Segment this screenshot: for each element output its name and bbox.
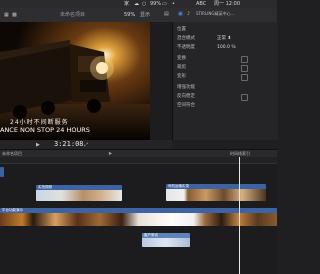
inspector-row[interactable]: 增强功能 (173, 84, 278, 92)
fullscreen-icon[interactable]: ⤢ (84, 142, 88, 148)
viewer-title: 未命名项目 (60, 12, 86, 18)
inspector-clip-name: STIRLING精英中心... (196, 11, 235, 16)
inspector-row[interactable]: 混合模式 正常 ⬍ (173, 35, 278, 43)
menubar-item[interactable]: ○ (142, 0, 146, 8)
grid-icon[interactable]: ▦ (4, 12, 9, 18)
video-inspector-icon[interactable]: ▣ (178, 11, 183, 17)
clip-fragment[interactable] (0, 167, 4, 177)
view-menu[interactable]: 显示 (140, 12, 150, 18)
menubar-item[interactable]: ▭ (162, 0, 167, 8)
inspector-row[interactable]: 变换 (173, 55, 278, 63)
checkbox[interactable] (241, 65, 248, 72)
input-source[interactable]: ABC (196, 0, 206, 8)
inspector-toggle-icon[interactable]: ▤ (164, 11, 169, 17)
audio-inspector-icon[interactable]: ♪ (187, 11, 190, 17)
playhead[interactable] (239, 157, 240, 274)
checkbox[interactable] (241, 74, 248, 81)
connected-clip[interactable]: 实拍视频 (36, 185, 122, 201)
checkbox[interactable] (241, 94, 248, 101)
inspector-row[interactable]: 变形 (173, 73, 278, 81)
timeline-ruler[interactable] (0, 157, 277, 164)
inspector-row[interactable]: 位置 (173, 26, 278, 34)
menu-bar: 家 ☁ ○ 99% ▭ • ABC 周一 12:00 (0, 0, 277, 8)
window-toolbar: ▦ ▩ 未命名项目 59% 显示 ▤ ▣ ♪ STIRLING精英中心... (0, 8, 277, 23)
clock[interactable]: 周一 12:00 (214, 0, 240, 8)
inspector-row[interactable]: 空间符合 (173, 102, 278, 110)
menubar-item[interactable]: ☁ (134, 0, 139, 8)
film-icon[interactable]: ▩ (12, 12, 17, 18)
primary-storyline[interactable]: 平台功能演示 (0, 208, 277, 226)
timecode-display[interactable]: 3:21:08 (54, 140, 84, 149)
viewer-margin (150, 22, 172, 140)
transport-bar: ▶ 3:21:08 ⤢ (0, 140, 172, 149)
menubar-item[interactable]: 家 (124, 0, 129, 8)
caption-line-2: ANCE NON STOP 24 HOURS (0, 126, 90, 134)
inspector-row[interactable]: 反向稳定 (173, 93, 278, 101)
connected-clip[interactable]: 司机运输实录 (166, 184, 266, 201)
battery-percent[interactable]: 99% (150, 0, 161, 8)
caption-line-1: 24小时不间断服务 (10, 119, 69, 126)
timeline[interactable]: 实拍视频 司机运输实录 平台功能演示 客户采访 (0, 157, 277, 274)
inspector-row[interactable]: 裁剪 (173, 64, 278, 72)
zoom-level[interactable]: 59% (124, 12, 135, 18)
menubar-item[interactable]: • (172, 0, 175, 8)
checkbox[interactable] (241, 56, 248, 63)
inspector-row[interactable]: 不透明度 100.0 % (173, 44, 278, 52)
video-viewer[interactable]: 24小时不间断服务 ANCE NON STOP 24 HOURS (0, 22, 150, 140)
play-icon[interactable]: ▶ (36, 142, 40, 148)
inspector-panel: 位置 混合模式 正常 ⬍ 不透明度 100.0 % 变换 裁剪 变形 增强功能 反向… (172, 22, 278, 140)
connected-clip[interactable]: 客户采访 (142, 233, 190, 247)
